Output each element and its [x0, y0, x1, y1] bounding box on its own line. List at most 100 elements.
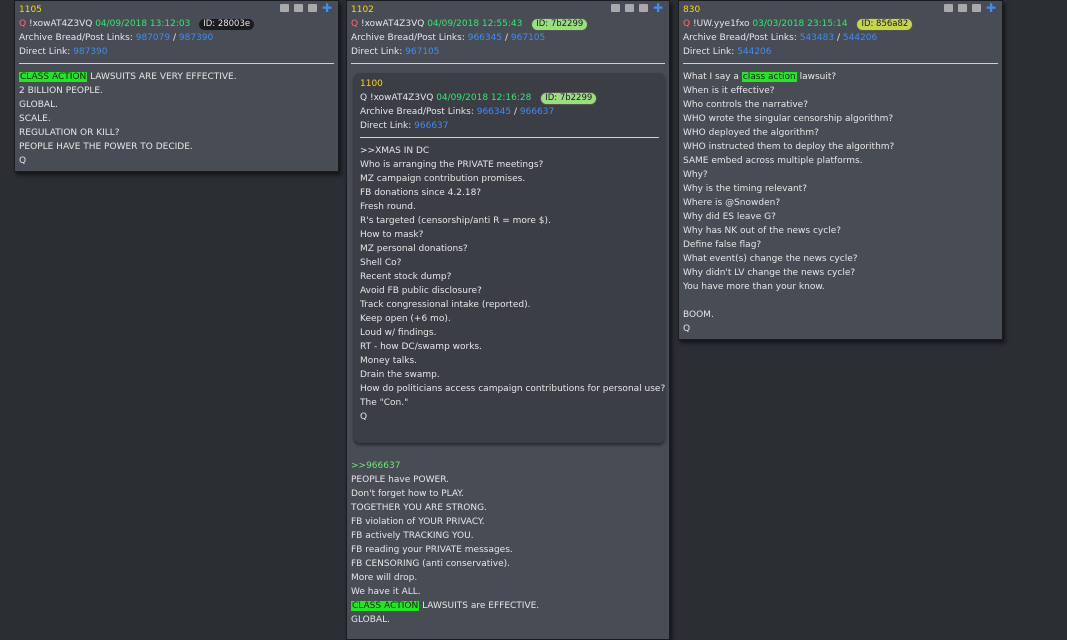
body-line: Who is arranging the PRIVATE meetings?	[360, 160, 544, 170]
add-icon[interactable]: ✚	[986, 2, 996, 14]
direct-link-label: Direct Link:	[19, 47, 71, 57]
post-1102: ✚ 1102 Q !xowAT4Z3VQ 04/09/2018 12:55:43…	[346, 0, 670, 640]
archive-label: Archive Bread/Post Links:	[19, 33, 133, 43]
signature: Q	[683, 324, 691, 334]
mask-icon[interactable]	[957, 4, 967, 12]
add-icon[interactable]: ✚	[322, 2, 332, 14]
tripcode: !xowAT4Z3VQ	[360, 19, 425, 29]
body-line: Where is @Snowden?	[683, 198, 781, 208]
direct-link[interactable]: 987390	[73, 47, 107, 57]
archive-link-b[interactable]: 987390	[179, 33, 213, 43]
post-toolbar: ✚	[610, 2, 663, 14]
body-line: How to mask?	[360, 230, 424, 240]
tripcode: !xowAT4Z3VQ	[28, 19, 93, 29]
body-line: 2 BILLION PEOPLE.	[19, 86, 103, 96]
body-line: MZ personal donations?	[360, 244, 468, 254]
body-line: SAME embed across multiple platforms.	[683, 156, 863, 166]
direct-link[interactable]: 544206	[737, 47, 771, 57]
mask-icon[interactable]	[293, 4, 303, 12]
direct-link[interactable]: 967105	[405, 47, 439, 57]
body-line: Who controls the narrative?	[683, 100, 808, 110]
post-date: 04/09/2018 13:12:03	[95, 19, 191, 29]
archive-label: Archive Bread/Post Links:	[351, 33, 465, 43]
body-line: WHO instructed them to deploy the algori…	[683, 142, 895, 152]
quoted-post-number[interactable]: 1100	[360, 79, 383, 89]
body-line: RT - how DC/swamp works.	[360, 342, 482, 352]
body-line: MZ campaign contribution promises.	[360, 174, 526, 184]
body-line: WHO deployed the algorithm?	[683, 128, 819, 138]
poster-id-badge[interactable]: ID: 856a82	[856, 18, 914, 31]
body-line: FB donations since 4.2.18?	[360, 188, 482, 198]
archive-link-b[interactable]: 967105	[511, 33, 545, 43]
archive-link-b[interactable]: 544206	[843, 33, 877, 43]
divider	[19, 63, 334, 64]
archive-link-a[interactable]: 543483	[800, 33, 834, 43]
quoted-archive-link-a[interactable]: 966345	[477, 107, 511, 117]
screenshot-icon[interactable]	[971, 4, 981, 12]
signature: Q	[360, 412, 368, 422]
direct-link-label: Direct Link:	[351, 47, 403, 57]
body-line: GLOBAL.	[19, 100, 58, 110]
author-name: Q	[351, 19, 359, 29]
body-line: PEOPLE have POWER.	[351, 475, 450, 485]
body-line: TOGETHER YOU ARE STRONG.	[351, 503, 487, 513]
body-line: SCALE.	[19, 114, 51, 124]
quoted-id-badge[interactable]: ID: 7b2299	[540, 92, 598, 105]
post-body: What I say a class action lawsuit? When …	[683, 70, 998, 336]
mask-icon[interactable]	[624, 4, 634, 12]
body-line: FB actively TRACKING YOU.	[351, 531, 474, 541]
body-line: lawsuit?	[796, 72, 837, 82]
post-number[interactable]: 1102	[351, 5, 374, 15]
screenshot-icon[interactable]	[638, 4, 648, 12]
copy-icon[interactable]	[279, 4, 289, 12]
body-line: You have more than your know.	[683, 282, 825, 292]
body-line: R's targeted (censorship/anti R = more $…	[360, 216, 551, 226]
signature: Q	[19, 156, 27, 166]
post-date: 04/09/2018 12:55:43	[427, 19, 523, 29]
quoted-direct-link-label: Direct Link:	[360, 121, 412, 131]
screenshot-icon[interactable]	[307, 4, 317, 12]
body-line: FB violation of YOUR PRIVACY.	[351, 517, 485, 527]
poster-id-badge[interactable]: ID: 28003e	[199, 19, 255, 30]
post-830: ✚ 830 Q !UW.yye1fxo 03/03/2018 23:15:14 …	[678, 0, 1003, 340]
body-line: Recent stock dump?	[360, 272, 452, 282]
poster-id-badge[interactable]: ID: 7b2299	[531, 18, 589, 31]
body-line: Track congressional intake (reported).	[360, 300, 531, 310]
body-line: More will drop.	[351, 573, 418, 583]
post-1105: ✚ 1105 Q !xowAT4Z3VQ 04/09/2018 13:12:03…	[14, 0, 339, 172]
quoted-tripcode: !xowAT4Z3VQ	[369, 93, 434, 103]
archive-link-a[interactable]: 966345	[468, 33, 502, 43]
quoted-archive-link-b[interactable]: 966637	[520, 107, 554, 117]
body-line: LAWSUITS ARE VERY EFFECTIVE.	[87, 72, 237, 82]
archive-link-a[interactable]: 987079	[136, 33, 170, 43]
highlight-class-action: CLASS ACTION	[19, 72, 88, 82]
archive-separator: /	[504, 33, 509, 43]
copy-icon[interactable]	[943, 4, 953, 12]
highlight-class-action: CLASS ACTION	[351, 601, 420, 611]
body-line: Avoid FB public disclosure?	[360, 286, 482, 296]
body-line: Why has NK out of the news cycle?	[683, 226, 842, 236]
body-line: PEOPLE HAVE THE POWER TO DECIDE.	[19, 142, 193, 152]
author-name: Q	[19, 19, 27, 29]
body-line: Define false flag?	[683, 240, 762, 250]
quoted-direct-link[interactable]: 966637	[414, 121, 448, 131]
tripcode: !UW.yye1fxo	[692, 19, 750, 29]
highlight-class-action: class action	[741, 72, 797, 82]
reply-reference-link[interactable]: >>966637	[351, 461, 400, 471]
copy-icon[interactable]	[610, 4, 620, 12]
add-icon[interactable]: ✚	[653, 2, 663, 14]
quoted-post-1100[interactable]: 1100 Q !xowAT4Z3VQ 04/09/2018 12:16:28 I…	[354, 73, 665, 443]
body-line: FB CENSORING (anti conservative).	[351, 559, 510, 569]
body-line: Keep open (+6 mo).	[360, 314, 451, 324]
divider	[360, 137, 659, 138]
body-line: Why did ES leave G?	[683, 212, 776, 222]
body-line: Shell Co?	[360, 258, 402, 268]
post-number[interactable]: 830	[683, 5, 700, 15]
body-line: FB reading your PRIVATE messages.	[351, 545, 513, 555]
reply-body: >>966637 PEOPLE have POWER. Don't forget…	[351, 459, 667, 627]
post-body: CLASS ACTION LAWSUITS ARE VERY EFFECTIVE…	[19, 70, 334, 168]
author-name: Q	[683, 19, 691, 29]
quoted-post-body: >>XMAS IN DC Who is arranging the PRIVAT…	[360, 144, 666, 424]
body-line: How do politicians access campaign contr…	[360, 384, 666, 394]
post-number[interactable]: 1105	[19, 5, 42, 15]
